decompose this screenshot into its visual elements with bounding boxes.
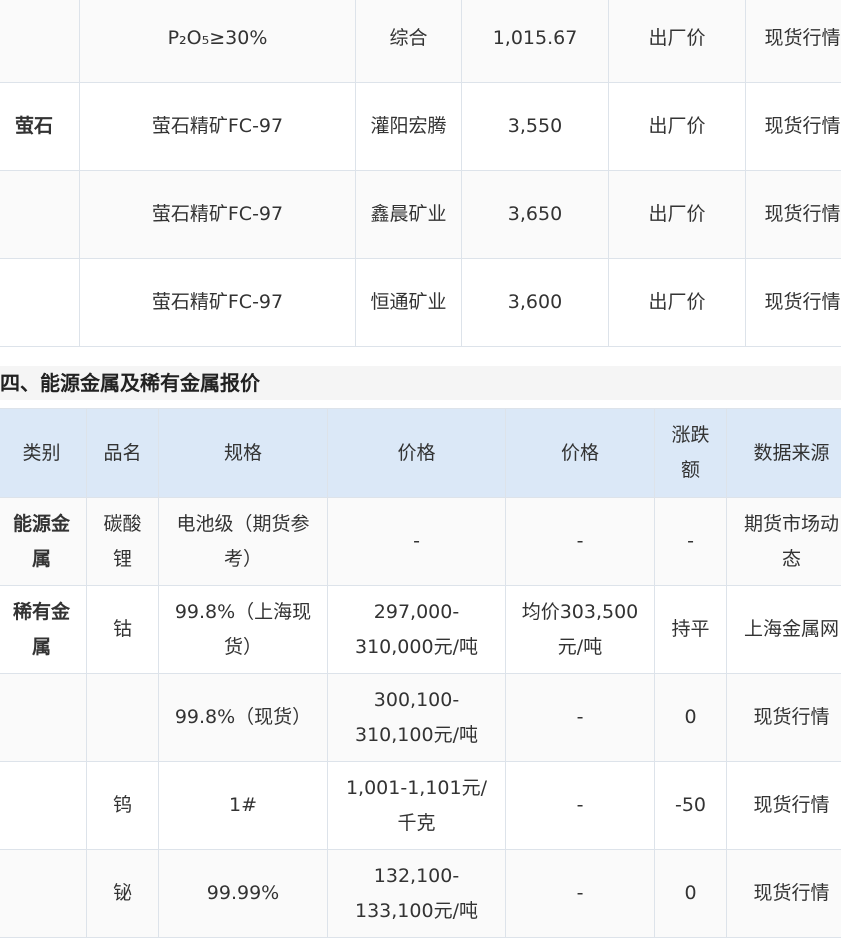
- header-name: 品名: [87, 409, 159, 498]
- price-cell: 1,015.67: [462, 0, 609, 83]
- header-data-source: 数据来源: [727, 409, 841, 498]
- table-row: P₂O₅≥30% 综合 1,015.67 出厂价 现货行情: [0, 0, 841, 83]
- price-cell: 297,000-310,000元/吨: [328, 586, 506, 674]
- category-cell: [0, 762, 87, 850]
- spec-cell: 99.8%（现货）: [159, 674, 328, 762]
- name-cell: 铋: [87, 850, 159, 938]
- source-company-cell: 恒通矿业: [356, 259, 462, 347]
- spec-cell: 1#: [159, 762, 328, 850]
- data-source-cell: 现货行情: [746, 259, 841, 347]
- product-cell: 萤石精矿FC-97: [80, 83, 356, 171]
- price-2-cell: -: [506, 850, 655, 938]
- table-row: 铋 99.99% 132,100-133,100元/吨 - 0 现货行情: [0, 850, 841, 938]
- source-company-cell: 综合: [356, 0, 462, 83]
- data-source-cell: 现货行情: [746, 171, 841, 259]
- change-cell: -50: [655, 762, 727, 850]
- spec-cell: 99.99%: [159, 850, 328, 938]
- table-row: 稀有金属 钴 99.8%（上海现货） 297,000-310,000元/吨 均价…: [0, 586, 841, 674]
- price-cell: 3,550: [462, 83, 609, 171]
- data-source-cell: 期货市场动态: [727, 498, 841, 586]
- spec-cell: 99.8%（上海现货）: [159, 586, 328, 674]
- change-cell: 持平: [655, 586, 727, 674]
- price-2-cell: -: [506, 674, 655, 762]
- header-category: 类别: [0, 409, 87, 498]
- change-cell: -: [655, 498, 727, 586]
- table-row: 萤石精矿FC-97 恒通矿业 3,600 出厂价 现货行情: [0, 259, 841, 347]
- price-cell: 1,001-1,101元/千克: [328, 762, 506, 850]
- category-cell: 萤石: [0, 83, 80, 171]
- product-cell: 萤石精矿FC-97: [80, 259, 356, 347]
- table-row: 萤石精矿FC-97 鑫晨矿业 3,650 出厂价 现货行情: [0, 171, 841, 259]
- header-price-2: 价格: [506, 409, 655, 498]
- category-cell: [0, 259, 80, 347]
- category-cell: [0, 850, 87, 938]
- name-cell: 碳酸锂: [87, 498, 159, 586]
- spec-cell: 电池级（期货参考）: [159, 498, 328, 586]
- table-row: 萤石 萤石精矿FC-97 灌阳宏腾 3,550 出厂价 现货行情: [0, 83, 841, 171]
- header-spec: 规格: [159, 409, 328, 498]
- section-heading: 四、能源金属及稀有金属报价: [0, 366, 841, 400]
- price-type-cell: 出厂价: [609, 83, 746, 171]
- change-cell: 0: [655, 674, 727, 762]
- data-source-cell: 现货行情: [727, 762, 841, 850]
- data-source-cell: 现货行情: [746, 0, 841, 83]
- metal-price-table: 类别 品名 规格 价格 价格 涨跌额 数据来源 能源金属 碳酸锂 电池级（期货参…: [0, 408, 841, 938]
- name-cell: 钨: [87, 762, 159, 850]
- price-type-cell: 出厂价: [609, 171, 746, 259]
- source-company-cell: 鑫晨矿业: [356, 171, 462, 259]
- price-2-cell: 均价303,500元/吨: [506, 586, 655, 674]
- price-cell: 3,600: [462, 259, 609, 347]
- product-cell: 萤石精矿FC-97: [80, 171, 356, 259]
- data-source-cell: 上海金属网: [727, 586, 841, 674]
- table-row: 钨 1# 1,001-1,101元/千克 - -50 现货行情: [0, 762, 841, 850]
- top-price-table: P₂O₅≥30% 综合 1,015.67 出厂价 现货行情 萤石 萤石精矿FC-…: [0, 0, 841, 347]
- price-2-cell: -: [506, 762, 655, 850]
- price-cell: 3,650: [462, 171, 609, 259]
- product-cell: P₂O₅≥30%: [80, 0, 356, 83]
- header-price: 价格: [328, 409, 506, 498]
- name-cell: 钴: [87, 586, 159, 674]
- category-cell: 能源金属: [0, 498, 87, 586]
- table-header-row: 类别 品名 规格 价格 价格 涨跌额 数据来源: [0, 409, 841, 498]
- price-type-cell: 出厂价: [609, 0, 746, 83]
- name-cell: [87, 674, 159, 762]
- table-row: 能源金属 碳酸锂 电池级（期货参考） - - - 期货市场动态: [0, 498, 841, 586]
- change-cell: 0: [655, 850, 727, 938]
- price-cell: 132,100-133,100元/吨: [328, 850, 506, 938]
- price-cell: -: [328, 498, 506, 586]
- header-change: 涨跌额: [655, 409, 727, 498]
- price-type-cell: 出厂价: [609, 259, 746, 347]
- price-2-cell: -: [506, 498, 655, 586]
- data-source-cell: 现货行情: [746, 83, 841, 171]
- data-source-cell: 现货行情: [727, 674, 841, 762]
- category-cell: [0, 674, 87, 762]
- table-row: 99.8%（现货） 300,100-310,100元/吨 - 0 现货行情: [0, 674, 841, 762]
- category-cell: [0, 0, 80, 83]
- category-cell: [0, 171, 80, 259]
- source-company-cell: 灌阳宏腾: [356, 83, 462, 171]
- data-source-cell: 现货行情: [727, 850, 841, 938]
- price-cell: 300,100-310,100元/吨: [328, 674, 506, 762]
- category-cell: 稀有金属: [0, 586, 87, 674]
